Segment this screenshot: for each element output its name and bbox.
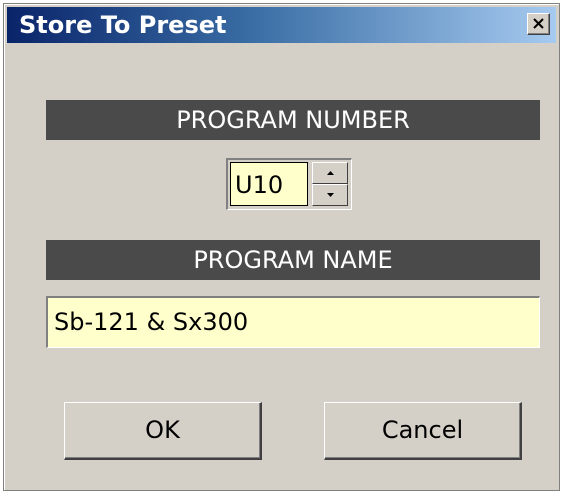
dialog-title: Store To Preset <box>19 11 227 39</box>
cancel-button[interactable]: Cancel <box>324 402 522 460</box>
ok-button[interactable]: OK <box>64 402 262 460</box>
title-bar[interactable]: Store To Preset <box>7 7 556 43</box>
program-number-input[interactable]: U10 <box>230 162 308 206</box>
arrow-down-icon <box>327 193 334 197</box>
spin-down-button[interactable] <box>312 184 348 206</box>
close-button[interactable] <box>527 13 550 35</box>
program-name-input[interactable]: Sb-121 & Sx300 <box>46 296 540 348</box>
spin-buttons <box>312 162 348 206</box>
store-to-preset-dialog: Store To Preset PROGRAM NUMBER U10 PROGR… <box>3 3 560 491</box>
spin-up-button[interactable] <box>312 162 348 184</box>
arrow-up-icon <box>327 171 334 175</box>
close-icon <box>533 18 544 29</box>
program-number-header: PROGRAM NUMBER <box>46 100 540 140</box>
program-number-spinner: U10 <box>226 158 352 210</box>
program-name-header: PROGRAM NAME <box>46 240 540 280</box>
